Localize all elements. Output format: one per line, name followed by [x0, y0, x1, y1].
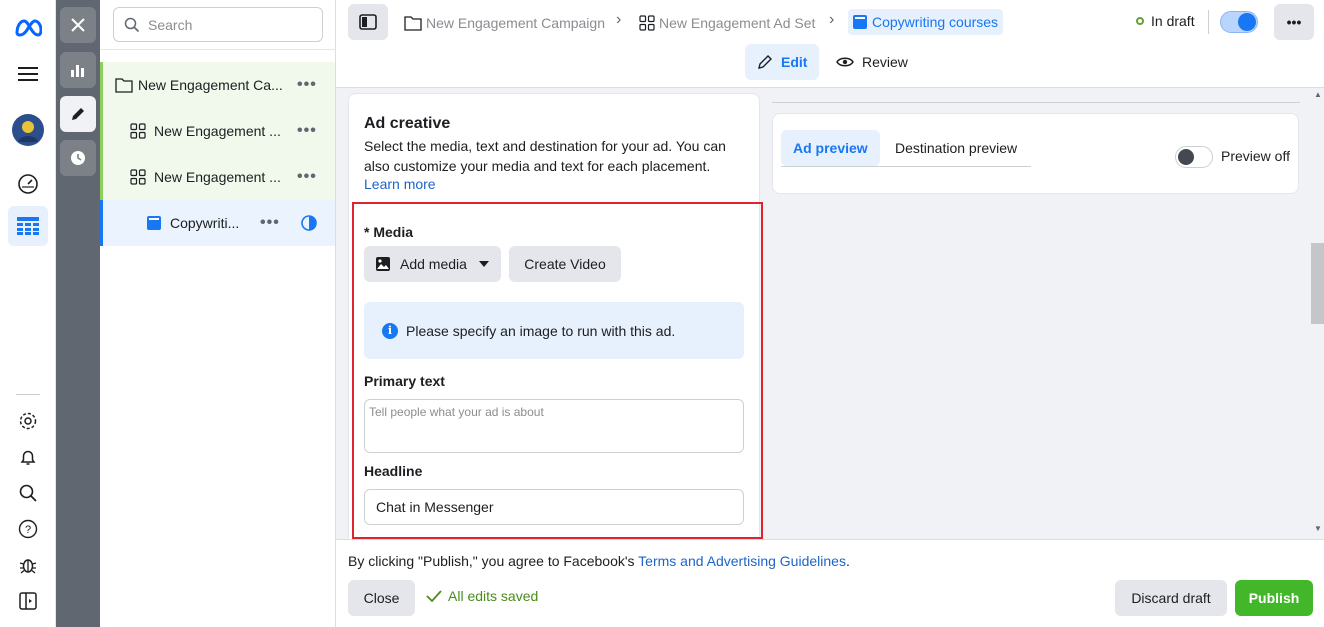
draft-status: In draft — [1136, 13, 1195, 29]
folder-icon — [115, 78, 133, 93]
bell-icon[interactable] — [8, 437, 48, 477]
rail-divider — [16, 394, 40, 395]
tool-column — [56, 0, 100, 627]
terms-link[interactable]: Terms and Advertising Guidelines — [638, 553, 846, 569]
bar-chart-icon[interactable] — [60, 52, 96, 88]
grid-icon — [130, 123, 146, 139]
highlight-box — [352, 202, 763, 539]
section-description: Select the media, text and destination f… — [364, 138, 726, 174]
svg-text:?: ? — [25, 524, 31, 536]
tab-ad-preview[interactable]: Ad preview — [781, 130, 880, 166]
ad-icon — [147, 216, 161, 230]
settings-icon[interactable] — [8, 401, 48, 441]
sidebar-panel-icon[interactable] — [8, 581, 48, 621]
status-dot-icon — [1136, 17, 1144, 25]
tab-label: Edit — [781, 54, 808, 70]
chevron-right-icon: › — [829, 11, 835, 28]
section-title: Ad creative — [364, 115, 451, 132]
help-icon[interactable]: ? — [8, 509, 48, 549]
publish-button[interactable]: Publish — [1235, 580, 1313, 616]
dashboard-icon[interactable] — [8, 164, 48, 204]
eye-icon — [836, 57, 854, 67]
tab-edit[interactable]: Edit — [745, 44, 820, 80]
tree-item-ad[interactable]: Copywriti... ••• — [100, 200, 335, 246]
search-icon — [124, 17, 140, 32]
tab-label: Review — [862, 54, 908, 70]
ad-icon — [853, 15, 867, 29]
preview-toggle[interactable] — [1175, 146, 1213, 168]
campaign-toggle[interactable] — [1220, 11, 1258, 33]
more-icon[interactable]: ••• — [260, 214, 280, 232]
scroll-up-icon[interactable]: ▲ — [1314, 90, 1322, 99]
folder-icon — [404, 16, 422, 31]
tab-destination-preview[interactable]: Destination preview — [883, 130, 1029, 166]
tree-item-label: Copywriti... — [170, 215, 240, 231]
half-circle-status-icon — [301, 215, 317, 231]
preview-card: Ad preview Destination preview Preview o… — [772, 113, 1299, 194]
search-icon[interactable] — [8, 473, 48, 513]
ad-creative-card: Ad creative Select the media, text and d… — [348, 93, 763, 539]
tree-item-label: New Engagement Ca... — [138, 77, 283, 93]
scroll-down-icon[interactable]: ▼ — [1314, 524, 1322, 533]
more-options-button[interactable]: ••• — [1274, 4, 1314, 40]
breadcrumb-label: New Engagement Campaign — [426, 15, 605, 31]
tab-review[interactable]: Review — [824, 44, 920, 80]
tree-item-label: New Engagement ... — [154, 123, 281, 139]
more-icon[interactable]: ••• — [297, 168, 317, 186]
search-placeholder: Search — [148, 16, 193, 33]
discard-draft-button[interactable]: Discard draft — [1115, 580, 1227, 616]
preview-toggle-label: Preview off — [1221, 148, 1290, 164]
checkmark-icon — [426, 590, 442, 603]
pencil-icon — [758, 55, 772, 69]
breadcrumb-label: New Engagement Ad Set — [659, 15, 816, 31]
grid-icon — [639, 15, 655, 31]
more-icon[interactable]: ••• — [297, 76, 317, 94]
tree-item-ad-set[interactable]: New Engagement ... ••• — [100, 108, 335, 154]
top-bar: New Engagement Campaign › New Engagement… — [336, 0, 1324, 88]
more-icon[interactable]: ••• — [297, 122, 317, 140]
meta-logo-icon[interactable] — [8, 8, 48, 48]
breadcrumb-label: Copywriting courses — [872, 14, 999, 30]
learn-more-link[interactable]: Learn more — [364, 176, 436, 192]
search-input[interactable]: Search — [113, 7, 323, 42]
status-text: In draft — [1151, 13, 1195, 29]
clock-icon[interactable] — [60, 140, 96, 176]
campaign-tree-panel: Search New Engagement Ca... ••• New Enga… — [100, 0, 336, 627]
footer-bar: By clicking "Publish," you agree to Face… — [336, 539, 1324, 627]
pencil-icon[interactable] — [60, 96, 96, 132]
close-icon[interactable] — [60, 7, 96, 43]
left-nav-rail: ? — [0, 0, 56, 627]
sidebar-toggle-button[interactable] — [348, 4, 388, 40]
sidebar-toggle-icon — [359, 14, 377, 30]
avatar[interactable] — [8, 110, 48, 150]
scrollbar-thumb[interactable] — [1311, 243, 1324, 324]
menu-icon[interactable] — [8, 54, 48, 94]
terms-notice: By clicking "Publish," you agree to Face… — [348, 553, 850, 569]
breadcrumb-ad-set[interactable]: New Engagement Ad Set — [639, 11, 815, 35]
tree-item-ad-set[interactable]: New Engagement ... ••• — [100, 154, 335, 200]
tree-item-campaign[interactable]: New Engagement Ca... ••• — [100, 62, 335, 108]
breadcrumb-ad[interactable]: Copywriting courses — [848, 9, 1004, 35]
table-grid-icon[interactable] — [8, 206, 48, 246]
chevron-right-icon: › — [616, 11, 622, 28]
tree-item-label: New Engagement ... — [154, 169, 281, 185]
breadcrumb-campaign[interactable]: New Engagement Campaign — [404, 11, 605, 35]
close-button[interactable]: Close — [348, 580, 415, 616]
save-status: All edits saved — [426, 588, 538, 604]
bug-icon[interactable] — [8, 545, 48, 585]
grid-icon — [130, 169, 146, 185]
editor-main: Ad creative Select the media, text and d… — [336, 88, 1324, 539]
